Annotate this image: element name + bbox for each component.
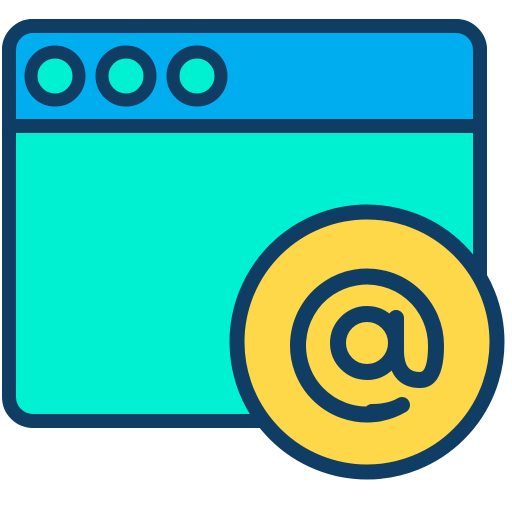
window-dot-3-icon	[166, 45, 228, 107]
window-dot-2-icon	[95, 45, 157, 107]
email-badge	[229, 204, 505, 480]
window-dot-1-icon	[24, 45, 86, 107]
badge-circle	[229, 204, 505, 480]
icon-canvas	[0, 0, 512, 512]
browser-window-email-at-icon	[2, 19, 505, 480]
